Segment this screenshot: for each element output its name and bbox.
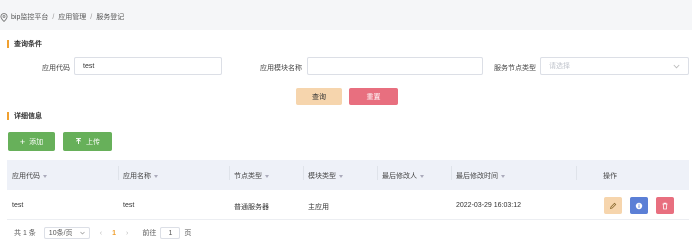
sort-icon[interactable] xyxy=(265,174,269,178)
cell-app-code: test xyxy=(12,202,24,209)
breadcrumb: bip监控平台 / 应用管理 / 服务登记 xyxy=(0,11,124,23)
query-section-title: 查询条件 xyxy=(7,39,42,49)
page-size-select[interactable]: 10条/页 xyxy=(43,227,90,239)
node-type-placeholder: 请选择 xyxy=(549,63,570,70)
cell-app-name: test xyxy=(123,202,135,209)
cell-module-type: 主应用 xyxy=(308,204,329,211)
query-button[interactable]: 查询 xyxy=(296,88,342,105)
sort-icon[interactable] xyxy=(501,174,505,178)
column-divider xyxy=(377,166,378,180)
chevron-down-icon xyxy=(80,231,85,235)
column-divider xyxy=(118,166,119,180)
detail-section-title: 详细信息 xyxy=(7,111,42,121)
cell-node-type: 普通服务器 xyxy=(234,204,269,211)
column-divider xyxy=(229,166,230,180)
edit-button[interactable] xyxy=(604,197,622,214)
column-header-modifier[interactable]: 最后修改人 xyxy=(382,171,424,181)
sort-icon[interactable] xyxy=(154,174,158,178)
current-page[interactable]: 1 xyxy=(112,230,116,237)
column-header-actions: 操作 xyxy=(603,173,617,180)
page-unit-label: 页 xyxy=(184,230,192,237)
breadcrumb-item-app-management[interactable]: 应用管理 xyxy=(58,12,86,22)
breadcrumb-separator: / xyxy=(52,13,55,21)
trash-icon xyxy=(662,202,668,209)
reset-button[interactable]: 重置 xyxy=(349,88,398,105)
location-pin-icon xyxy=(0,12,8,22)
sort-icon[interactable] xyxy=(420,174,424,178)
info-icon xyxy=(635,202,643,209)
column-header-app-code[interactable]: 应用代码 xyxy=(12,171,47,181)
column-divider xyxy=(451,166,452,180)
sort-icon[interactable] xyxy=(43,174,47,178)
column-divider xyxy=(303,166,304,180)
upload-button[interactable]: 上传 xyxy=(63,132,112,151)
node-type-select[interactable]: 请选择 xyxy=(540,57,689,75)
node-type-label: 服务节点类型 xyxy=(494,65,536,72)
app-code-input[interactable]: test xyxy=(74,57,222,75)
column-header-node-type[interactable]: 节点类型 xyxy=(234,171,269,181)
chevron-down-icon xyxy=(673,64,680,68)
row-divider xyxy=(7,219,689,220)
column-header-module-type[interactable]: 模块类型 xyxy=(308,171,343,181)
next-page-button[interactable]: › xyxy=(126,230,128,237)
section-accent-bar xyxy=(7,40,9,48)
column-header-app-name[interactable]: 应用名称 xyxy=(123,171,158,181)
breadcrumb-item-home[interactable]: bip监控平台 xyxy=(11,12,48,22)
info-button[interactable] xyxy=(630,197,648,214)
table-header xyxy=(7,160,689,190)
breadcrumb-item-service-registration: 服务登记 xyxy=(96,14,125,21)
module-name-label: 应用模块名称 xyxy=(260,65,302,72)
app-code-label: 应用代码 xyxy=(42,65,70,72)
pagination: 共 1 条 10条/页 ‹ 1 › 前往 1 页 xyxy=(14,226,191,240)
sort-icon[interactable] xyxy=(339,174,343,178)
module-name-input[interactable] xyxy=(307,57,483,75)
pagination-total: 共 1 条 xyxy=(14,230,36,237)
section-accent-bar xyxy=(7,112,9,120)
column-header-modified-time[interactable]: 最后修改时间 xyxy=(456,171,505,181)
plus-icon: + xyxy=(19,136,26,147)
goto-label: 前往 xyxy=(142,230,157,237)
upload-icon xyxy=(76,138,81,144)
delete-button[interactable] xyxy=(656,197,674,214)
column-divider xyxy=(576,166,577,180)
breadcrumb-separator: / xyxy=(90,13,93,21)
prev-page-button[interactable]: ‹ xyxy=(100,230,102,237)
add-button[interactable]: + 添加 xyxy=(8,132,55,151)
edit-icon xyxy=(609,202,617,209)
cell-modified-time: 2022-03-29 16:03:12 xyxy=(456,202,521,209)
goto-page-input[interactable]: 1 xyxy=(160,227,181,239)
